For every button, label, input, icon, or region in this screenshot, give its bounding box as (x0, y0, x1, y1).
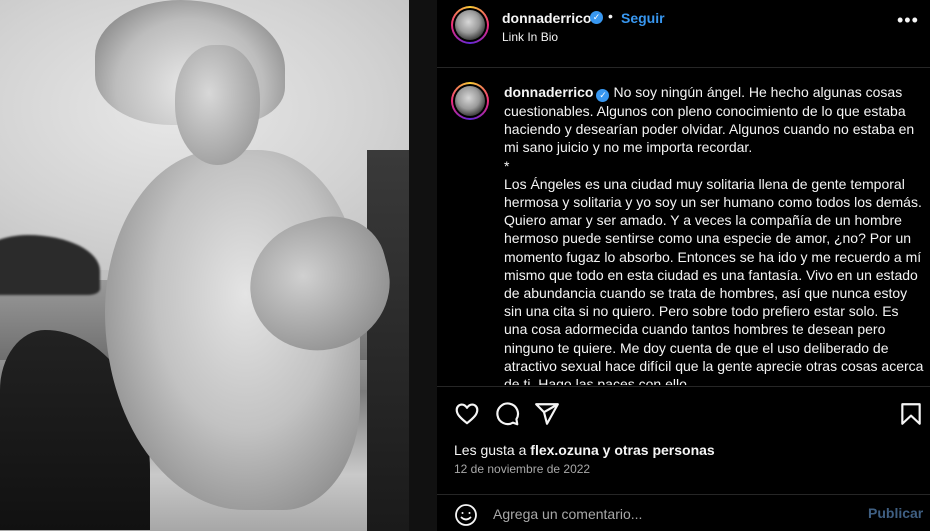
caption-paragraph: Los Ángeles es una ciudad muy solitaria … (504, 175, 924, 385)
separator: • (608, 8, 613, 24)
caption-area: donnaderrico ✓ No soy ningún ángel. He hec… (437, 69, 930, 385)
heart-icon[interactable] (454, 401, 480, 427)
publish-button[interactable]: Publicar (868, 505, 923, 521)
photo-figure-face (175, 45, 260, 165)
post-date: 12 de noviembre de 2022 (454, 462, 591, 476)
bio-link[interactable]: Link In Bio (502, 30, 558, 44)
likes-prefix: Les gusta a (454, 442, 527, 458)
avatar[interactable] (451, 6, 489, 44)
post-panel: donnaderrico ✓ • Seguir Link In Bio ••• … (437, 0, 930, 531)
avatar[interactable] (451, 82, 489, 120)
post-header: donnaderrico ✓ • Seguir Link In Bio ••• (437, 0, 930, 68)
verified-badge-icon: ✓ (596, 89, 610, 102)
photo-edge (409, 0, 437, 531)
likes-user-link[interactable]: flex.ozuna (530, 442, 598, 458)
comment-input[interactable] (493, 504, 853, 524)
likes-summary: Les gusta a flex.ozuna y otras personas (454, 442, 715, 458)
post-photo[interactable] (0, 0, 437, 531)
likes-others-link[interactable]: y otras personas (603, 442, 715, 458)
caption-text: donnaderrico ✓ No soy ningún ángel. He hec… (504, 83, 924, 385)
comment-row: Publicar (437, 494, 930, 531)
more-options-icon[interactable]: ••• (897, 10, 919, 31)
username[interactable]: donnaderrico (502, 10, 591, 26)
emoji-icon[interactable] (454, 503, 478, 527)
comment-icon[interactable] (494, 401, 520, 427)
verified-badge-icon: ✓ (590, 11, 603, 24)
bookmark-icon[interactable] (898, 401, 924, 427)
caption-paragraph: * (504, 157, 510, 174)
share-icon[interactable] (534, 401, 560, 427)
post-actions: Les gusta a flex.ozuna y otras personas … (437, 386, 930, 531)
caption-username[interactable]: donnaderrico (504, 84, 593, 100)
follow-button[interactable]: Seguir (621, 10, 665, 26)
